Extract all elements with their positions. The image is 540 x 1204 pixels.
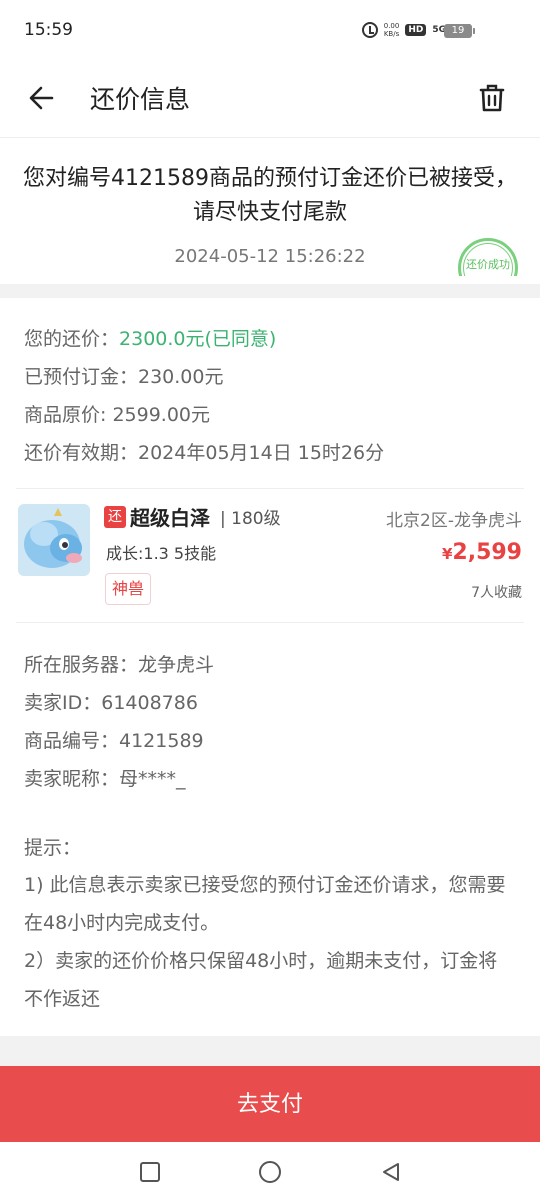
- net-speed-value: 0.00: [383, 22, 400, 30]
- status-bar: 15:59 0.00 KB/s HD 5G 19: [0, 0, 540, 62]
- seller-id: 卖家ID：61408786: [24, 692, 198, 714]
- section-divider: [0, 284, 540, 298]
- divider: [16, 488, 524, 489]
- page-title: 还价信息: [90, 85, 191, 114]
- product-server: 北京2区-龙争虎斗: [386, 511, 522, 531]
- recent-apps-icon[interactable]: [140, 1162, 160, 1182]
- pay-button[interactable]: 去支付: [0, 1066, 540, 1142]
- price-symbol: ¥: [441, 545, 453, 563]
- section-divider: [0, 1036, 540, 1066]
- alarm-icon: [361, 22, 378, 38]
- tip-2: 2）卖家的还价价格只保留48小时，逾期未支付，订金将不作返还: [24, 950, 498, 1010]
- trash-icon[interactable]: [478, 82, 506, 114]
- hd-icon: HD: [405, 24, 427, 36]
- divider: [16, 622, 524, 623]
- product-growth: 成长:1.3 5技能: [106, 544, 217, 563]
- home-icon[interactable]: [259, 1161, 281, 1183]
- net-speed: 0.00 KB/s: [384, 22, 400, 38]
- notice-section: 您对编号4121589商品的预付订金还价已被接受，请尽快支付尾款 2024-05…: [0, 140, 540, 284]
- server-info: 所在服务器：龙争虎斗: [24, 654, 215, 676]
- net-speed-unit: KB/s: [383, 30, 400, 38]
- product-price: ¥2,599: [442, 540, 522, 565]
- original-price: 商品原价: 2599.00元: [24, 404, 211, 426]
- battery-icon: 19: [444, 24, 475, 38]
- back-arrow-icon[interactable]: [26, 82, 58, 114]
- category-badge: 神兽: [105, 573, 152, 605]
- stamp-text: 还价成功: [466, 258, 510, 271]
- tips-title: 提示：: [24, 837, 82, 859]
- item-number: 商品编号：4121589: [24, 730, 204, 752]
- product-thumbnail: [18, 504, 90, 576]
- system-nav-bar: [0, 1142, 540, 1204]
- status-time: 15:59: [24, 20, 73, 40]
- tip-1: 1) 此信息表示卖家已接受您的预付订金还价请求，您需要在48小时内完成支付。: [24, 874, 506, 934]
- product-name: 超级白泽: [130, 506, 210, 530]
- your-offer-value: 2300.0元(已同意): [119, 328, 277, 350]
- your-offer: 您的还价：2300.0元(已同意): [24, 324, 276, 351]
- seller-nickname: 卖家昵称：母****_: [24, 768, 186, 790]
- back-triangle-icon[interactable]: [380, 1161, 402, 1183]
- price-value: 2,599: [452, 540, 522, 565]
- info-card: 您的还价：2300.0元(已同意) 已预付订金：230.00元 商品原价: 25…: [0, 298, 540, 1036]
- app-header: 还价信息: [0, 62, 540, 138]
- your-offer-label: 您的还价：: [24, 328, 120, 350]
- offer-valid-until: 还价有效期：2024年05月14日 15时26分: [24, 442, 385, 464]
- bargain-tag: 还: [104, 506, 126, 528]
- deposit-paid: 已预付订金：230.00元: [24, 366, 224, 388]
- product-level: | 180级: [220, 509, 281, 529]
- favorites-count: 7人收藏: [471, 585, 522, 601]
- notice-message: 您对编号4121589商品的预付订金还价已被接受，请尽快支付尾款: [23, 166, 517, 225]
- success-stamp: 还价成功: [458, 236, 518, 276]
